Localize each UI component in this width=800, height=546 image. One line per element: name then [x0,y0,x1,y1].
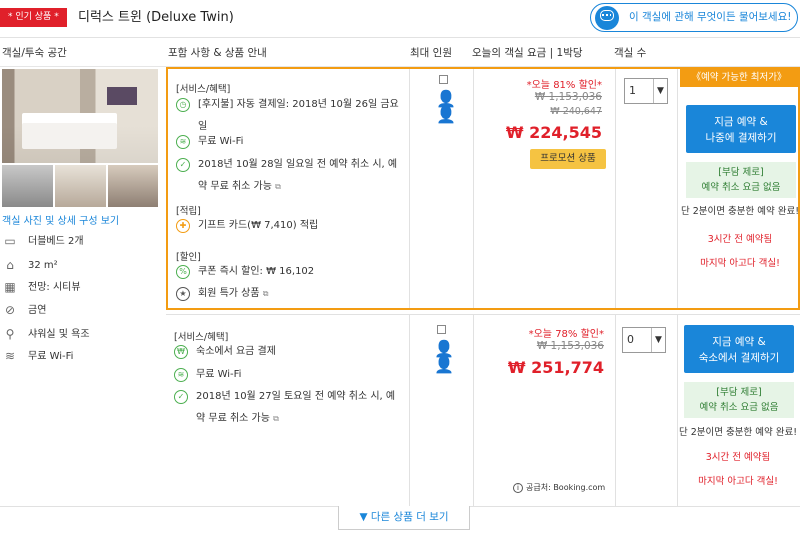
chevron-down-icon: ▼ [653,79,667,103]
column-header-max-guests: 최대 인원 [410,47,452,59]
show-more-offers-button[interactable]: ▼ 다른 상품 더 보기 [338,506,470,530]
feature-item: ✓ 2018년 10월 27일 토요일 전 예약 취소 시, 예약 무료 취소 … [174,386,398,430]
lowest-price-label: 《예약 가능한 최저가》 [680,69,798,87]
ask-question-button[interactable]: 이 객실에 관해 무엇이든 물어보세요! [590,3,798,32]
promotion-badge: 프로모션 상품 [530,149,606,169]
ask-question-label: 이 객실에 관해 무엇이든 물어보세요! [629,11,792,23]
offer-row: [서비스/혜택] ◷ [후지불] 자동 결제일: 2018년 10월 26일 금… [166,67,800,310]
room-photos-link[interactable]: 객실 사진 및 상세 구성 보기 [2,212,119,227]
free-cancellation-badge: [부담 제로] 예약 취소 요금 없음 [686,162,796,198]
copy-icon [437,325,446,334]
feature-item: ✓ 2018년 10월 28일 일요일 전 예약 취소 시, 예약 무료 취소 … [176,154,400,198]
feature-item: ≋ 무료 Wi-Fi [174,364,398,386]
column-divider [615,69,616,308]
room-photo-thumb[interactable] [2,165,53,207]
booking-speed-note: 단 2분이면 충분한 예약 완료! [678,427,798,438]
discount-percent: *오늘 78% 할인* [528,329,604,340]
book-pay-later-button[interactable]: 지금 예약 & 나중에 결제하기 [686,105,796,153]
room-quantity-select[interactable]: 1 ▼ [624,78,668,104]
cancel-free-icon: ✓ [176,158,190,172]
member-icon: ★ [176,287,190,301]
original-price: ₩ 1,153,036 [536,340,604,352]
recent-booking-note: 3시간 전 예약됨 [707,234,773,245]
column-divider [615,315,616,506]
two-persons-icon: 👤👤 [436,89,456,124]
last-room-note: 마지막 아고다 객실! [700,258,780,269]
column-header-rooms: 객실 수 [614,47,647,59]
recent-booking-note: 3시간 전 예약됨 [705,452,771,463]
popular-badge: * 인기 상품 * [0,8,67,27]
column-divider [409,315,410,506]
room-quantity-select[interactable]: 0 ▼ [622,327,666,353]
feature-item: ₩ 숙소에서 요금 결제 [174,341,398,363]
coupon-icon: % [176,265,190,279]
feature-item: ✚ 기프트 카드(₩ 7,410) 적립 [176,215,400,237]
original-price-alt: ₩ 240,647 [550,106,602,117]
current-price: ₩ 224,545 [505,123,602,142]
external-link-icon[interactable]: ⧉ [263,289,269,298]
room-header: * 인기 상품 * 디럭스 트윈 (Deluxe Twin) 이 객실에 관해 … [0,0,800,38]
offer-row: [서비스/혜택] ₩ 숙소에서 요금 결제 ≋ 무료 Wi-Fi ✓ 2018년… [166,314,800,506]
info-icon: i [513,483,523,493]
room-photo-thumb[interactable] [108,165,158,207]
last-room-note: 마지막 아고다 객실! [698,476,778,487]
column-divider [409,69,410,308]
original-price: ₩ 1,153,036 [534,91,602,103]
external-link-icon[interactable]: ⧉ [273,414,279,423]
calendar-icon: ◷ [176,98,190,112]
gift-icon: ✚ [176,219,190,233]
column-divider [473,315,474,506]
external-link-icon[interactable]: ⧉ [275,182,281,191]
room-photo-main[interactable] [2,69,158,163]
column-divider [677,69,678,308]
feature-item: ≋ 무료 Wi-Fi [176,131,400,153]
services-label: [서비스/혜택] [176,84,231,95]
current-price: ₩ 251,774 [507,358,604,377]
two-persons-icon: 👤👤 [434,339,454,374]
wifi-icon: ≋ [174,368,188,382]
room-title: 디럭스 트윈 (Deluxe Twin) [78,10,234,25]
no-smoking-icon: ⊘ [4,303,16,317]
shower-icon: ⚲ [5,327,15,341]
column-header-includes: 포함 사항 & 상품 안내 [168,47,267,59]
column-header-room: 객실/투숙 공간 [2,47,67,59]
supplier-info: i 공급처: Booking.com [513,482,605,493]
cancel-free-icon: ✓ [174,390,188,404]
column-divider [473,69,474,308]
feature-item: ★ 회원 특가 상품 ⧉ [176,283,400,305]
booking-speed-note: 단 2분이면 충분한 예약 완료! [680,206,800,217]
discount-percent: *오늘 81% 할인* [526,80,602,91]
wifi-icon: ≋ [4,349,16,363]
column-header-price: 오늘의 객실 요금 | 1박당 [472,47,583,59]
feature-item: % 쿠폰 즉시 할인: ₩ 16,102 [176,261,400,283]
wifi-icon: ≋ [176,135,190,149]
chat-bubble-icon [595,6,619,30]
chevron-down-icon: ▼ [651,328,665,352]
column-header-bar [0,39,800,67]
pay-at-hotel-icon: ₩ [174,345,188,359]
room-info-panel: 객실 사진 및 상세 구성 보기 ▭ 더블베드 2개 ⌂ 32 m² ▦ 전망:… [0,67,166,507]
book-pay-at-hotel-button[interactable]: 지금 예약 & 숙소에서 결제하기 [684,325,794,373]
view-icon: ▦ [4,280,16,294]
free-cancellation-badge: [부담 제로] 예약 취소 요금 없음 [684,382,794,418]
copy-icon [439,75,448,84]
bed-icon: ▭ [4,234,16,248]
room-photo-thumb[interactable] [55,165,106,207]
area-icon: ⌂ [6,258,14,272]
